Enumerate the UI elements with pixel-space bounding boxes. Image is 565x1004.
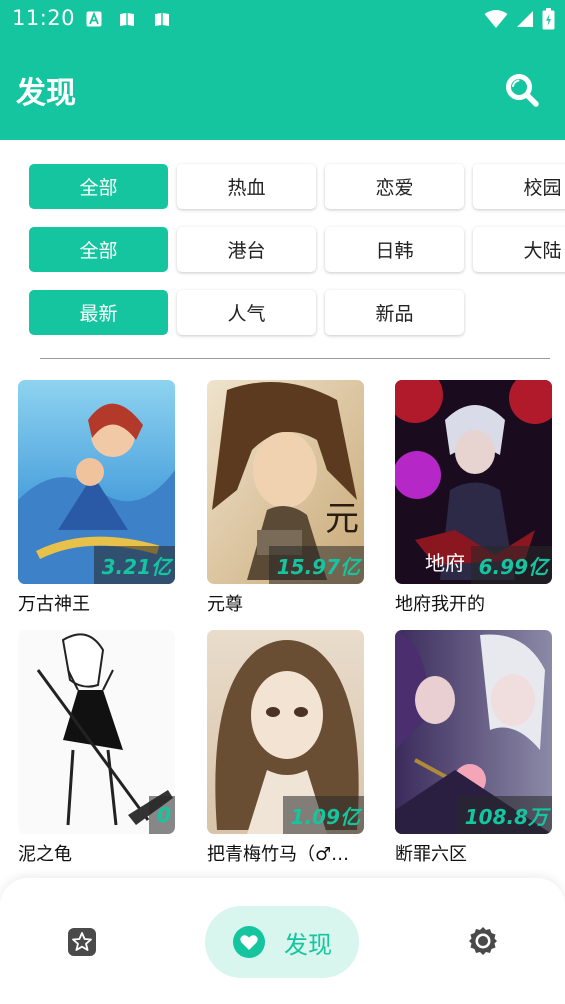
comic-card[interactable]: 元 15.97亿 元尊 [207,380,364,616]
heart-icon [233,926,265,958]
genre-filter-row: 全部 热血 恋爱 校园 [29,164,565,209]
comic-cover: 地府 6.99亿 [395,380,552,584]
genre-chip-campus[interactable]: 校园 [473,164,565,209]
comic-cover: 1.09亿 [207,630,364,834]
comic-card[interactable]: 3.21亿 万古神王 [18,380,175,616]
comic-title: 元尊 [207,594,243,615]
comic-card[interactable]: 地府 6.99亿 地府我开的 [395,380,552,616]
region-chip-all[interactable]: 全部 [29,227,168,272]
view-count-badge: 108.8万 [456,796,552,834]
sort-filter-row: 最新 人气 新品 [29,290,464,335]
comic-card[interactable]: 108.8万 断罪六区 [395,630,552,866]
region-filter-row: 全部 港台 日韩 大陆 [29,227,565,272]
signal-icon [517,11,533,27]
comic-title: 把青梅竹马（♂… [207,844,350,865]
screen: 11:20 发现 全部 热血 恋爱 校园 全部 港台 日韩 大陆 最新 人气 新… [0,0,565,1004]
svg-text:地府: 地府 [425,551,465,575]
nav-favorites-button[interactable] [66,926,98,958]
svg-text:元: 元 [325,499,359,539]
gear-icon [469,927,497,955]
comic-title: 地府我开的 [395,594,485,615]
filter-section: 全部 热血 恋爱 校园 全部 港台 日韩 大陆 最新 人气 新品 [0,140,565,360]
search-button[interactable] [502,70,542,110]
genre-chip-hot-blood[interactable]: 热血 [177,164,316,209]
status-time: 11:20 [12,6,76,30]
comic-card[interactable]: 1.09亿 把青梅竹马（♂… [207,630,364,866]
comic-title: 泥之龟 [18,844,72,865]
status-right-icons [484,8,555,30]
search-icon [506,74,539,107]
view-count-badge: 3.21亿 [93,546,175,584]
wifi-icon [484,10,508,28]
bottom-navigation: 发现 [0,878,565,1004]
comic-cover: 元 15.97亿 [207,380,364,584]
region-chip-hk-tw[interactable]: 港台 [177,227,316,272]
divider [40,358,550,359]
comic-cover: 3.21亿 [18,380,175,584]
region-chip-jp-kr[interactable]: 日韩 [325,227,464,272]
genre-chip-all[interactable]: 全部 [29,164,168,209]
sort-chip-popular[interactable]: 人气 [177,290,316,335]
battery-icon [542,8,555,30]
view-count-badge: 0 [149,796,175,834]
sort-chip-latest[interactable]: 最新 [29,290,168,335]
nav-settings-button[interactable] [467,925,499,957]
view-count-badge: 1.09亿 [282,796,364,834]
status-bar: 11:20 [0,0,565,38]
view-count-badge: 15.97亿 [268,546,364,584]
a-notification-icon [86,11,102,27]
view-count-badge: 6.99亿 [470,546,552,584]
comic-card[interactable]: 0 泥之龟 [18,630,175,866]
star-icon [68,928,96,956]
comic-title: 万古神王 [18,594,90,615]
genre-chip-romance[interactable]: 恋爱 [325,164,464,209]
page-title: 发现 [16,76,76,111]
comic-title: 断罪六区 [395,844,467,865]
comic-cover: 108.8万 [395,630,552,834]
book-notification-icon-2 [155,13,169,26]
sort-chip-new[interactable]: 新品 [325,290,464,335]
nav-discover-label: 发现 [284,930,332,959]
comic-cover: 0 [18,630,175,834]
book-notification-icon [120,13,134,26]
top-bar: 11:20 发现 [0,0,565,140]
region-chip-mainland[interactable]: 大陆 [473,227,565,272]
nav-discover-button[interactable]: 发现 [205,906,359,978]
